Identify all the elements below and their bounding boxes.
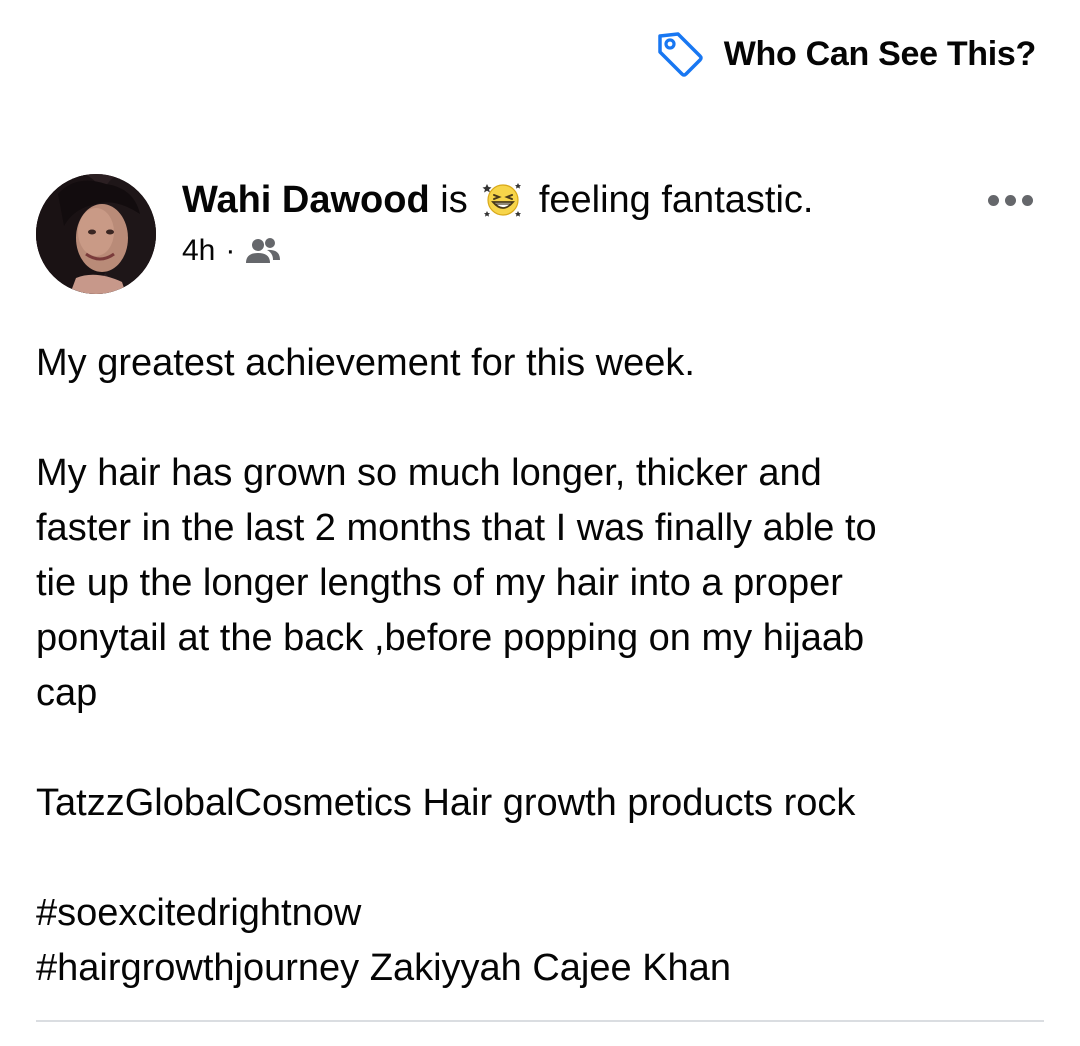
privacy-label: Who Can See This? xyxy=(723,34,1037,73)
more-options-icon[interactable] xyxy=(980,180,1040,220)
post-meta: 4h · xyxy=(182,234,281,268)
post-hashtags: #soexcitedrightnow #hairgrowthjourney Za… xyxy=(36,892,731,989)
avatar[interactable] xyxy=(36,174,156,294)
divider xyxy=(36,1020,1044,1022)
author-name[interactable]: Wahi Dawood xyxy=(182,179,430,221)
post-text-line: ​ xyxy=(36,391,1046,446)
tag-icon xyxy=(657,32,703,77)
post-title: Wahi Dawood is feeling fantastic. xyxy=(182,174,813,226)
post-time[interactable]: 4h xyxy=(182,234,215,268)
post-header: Wahi Dawood is feeling fantastic. 4h · xyxy=(36,172,1044,296)
post-text-line: TatzzGlobalCosmetics Hair growth product… xyxy=(36,782,856,824)
privacy-button[interactable]: Who Can See This? xyxy=(654,26,1036,82)
grinning-squinting-face-icon xyxy=(482,183,522,217)
feeling-text: feeling fantastic. xyxy=(538,179,814,221)
post-text-line: ​ xyxy=(36,831,1046,886)
meta-separator: · xyxy=(225,234,236,267)
post-body: My greatest achievement for this week. ​… xyxy=(36,336,1046,996)
avatar-image xyxy=(36,174,156,294)
post-text-paragraph: My hair has grown so much longer, thicke… xyxy=(36,452,877,714)
post-text-line: My greatest achievement for this week. xyxy=(36,342,695,384)
is-text: is xyxy=(440,179,468,221)
post-text-line: ​ xyxy=(36,721,1046,776)
friends-icon[interactable] xyxy=(245,236,281,266)
